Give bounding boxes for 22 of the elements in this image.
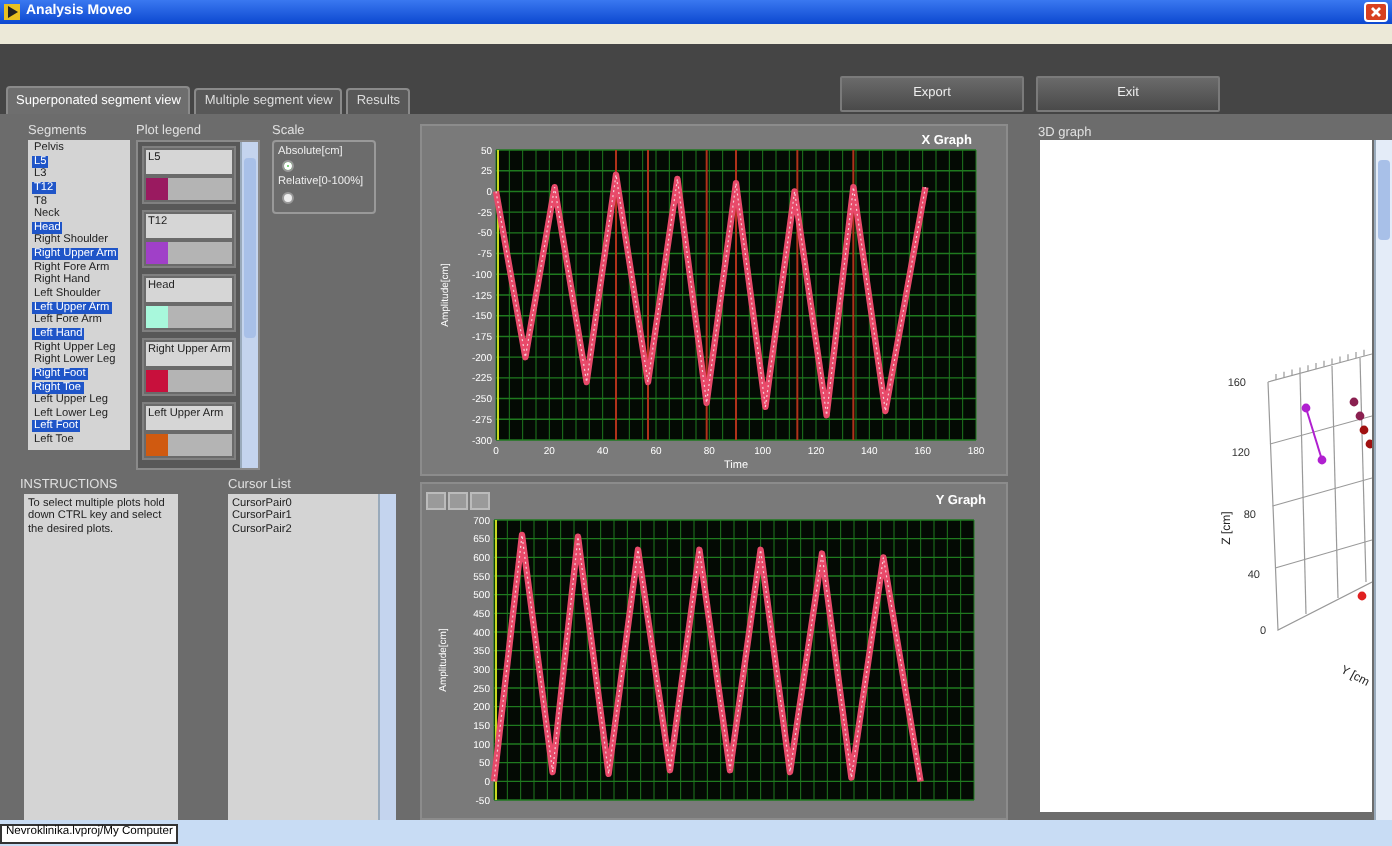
cursor-line[interactable] [705, 149, 708, 441]
legend-bar [168, 306, 232, 328]
color-swatch[interactable] [146, 178, 168, 200]
color-swatch[interactable] [146, 306, 168, 328]
legend-bar [168, 242, 232, 264]
color-swatch[interactable] [146, 242, 168, 264]
cursor-line[interactable] [852, 149, 855, 441]
close-icon [1370, 6, 1382, 18]
legend-bar [168, 178, 232, 200]
segments-listbox[interactable] [28, 140, 130, 450]
radio-button[interactable] [282, 160, 294, 173]
scrollbar[interactable] [378, 494, 396, 820]
color-swatch[interactable] [146, 434, 168, 456]
close-button[interactable] [1364, 2, 1388, 22]
color-swatch[interactable] [146, 370, 168, 392]
scrollbar[interactable] [1374, 140, 1392, 821]
legend-bar [168, 370, 232, 392]
legend-bar [168, 434, 232, 456]
scrollbar[interactable] [240, 142, 258, 468]
cursor-line[interactable] [796, 149, 799, 441]
app-icon [4, 4, 20, 20]
radio-button[interactable] [282, 191, 294, 204]
